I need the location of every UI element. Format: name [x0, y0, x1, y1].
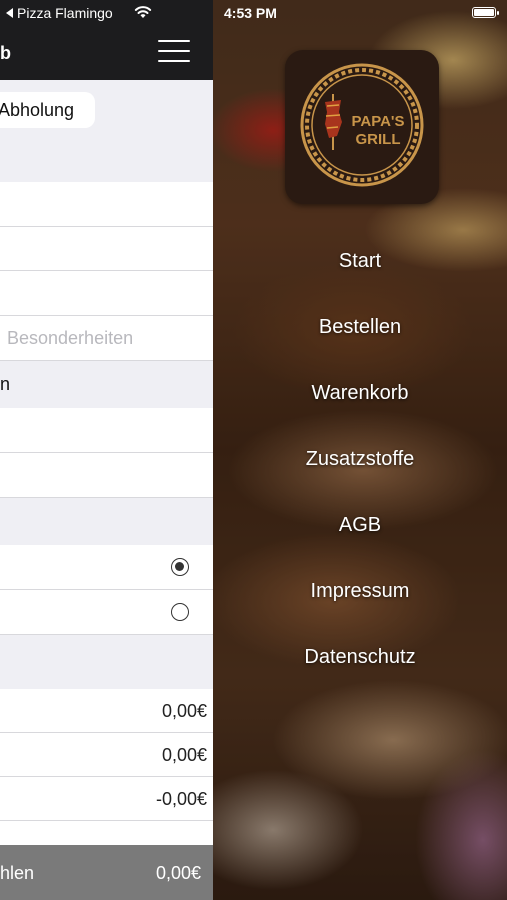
- pickup-mode-label: Abholung: [0, 100, 75, 120]
- back-app-name: Pizza Flamingo: [17, 5, 113, 21]
- notes-field[interactable]: Besonderheiten: [0, 316, 213, 361]
- address-field-3[interactable]: [0, 271, 213, 316]
- pickup-mode-button[interactable]: Abholung: [0, 92, 95, 128]
- time-field-2[interactable]: [0, 453, 213, 498]
- address-field-1[interactable]: [0, 182, 213, 227]
- price-row-subtotal: 0,00€: [0, 689, 213, 733]
- logo-text-line1: PAPA'S: [351, 113, 404, 130]
- status-time: 4:53 PM: [224, 5, 277, 21]
- checkout-label: hlen: [0, 863, 35, 883]
- price-value: 0,00€: [161, 745, 207, 765]
- price-value: -0,00€: [155, 789, 207, 809]
- price-row-delivery: 0,00€: [0, 733, 213, 777]
- radio-unselected-icon[interactable]: [171, 603, 189, 621]
- menu-item-agb[interactable]: AGB: [213, 514, 507, 537]
- price-row-partial: [0, 821, 213, 845]
- payment-option-1[interactable]: [0, 545, 213, 590]
- status-bar: Pizza Flamingo 4:53 PM: [0, 0, 507, 28]
- menu-item-start[interactable]: Start: [213, 250, 507, 273]
- wifi-icon: [134, 6, 152, 18]
- menu-item-zusatzstoffe[interactable]: Zusatzstoffe: [213, 448, 507, 471]
- back-arrow-icon: [6, 8, 13, 18]
- summary-section-header: [0, 635, 213, 689]
- back-to-app-link[interactable]: Pizza Flamingo: [6, 5, 113, 21]
- section-header: n: [0, 361, 213, 408]
- page-title: b: [0, 43, 11, 63]
- logo-text-line2: GRILL: [356, 131, 401, 148]
- hamburger-menu-icon[interactable]: [158, 40, 190, 64]
- menu-item-datenschutz[interactable]: Datenschutz: [213, 646, 507, 669]
- notes-placeholder: Besonderheiten: [7, 328, 134, 348]
- section-header-label: n: [0, 374, 11, 394]
- battery-icon: [472, 7, 499, 18]
- time-field-1[interactable]: [0, 408, 213, 453]
- radio-selected-icon[interactable]: [171, 558, 189, 576]
- menu-item-impressum[interactable]: Impressum: [213, 580, 507, 603]
- payment-option-2[interactable]: [0, 590, 213, 635]
- papas-grill-logo: PAPA'S GRILL: [285, 50, 439, 204]
- cart-panel: b Abholung Besonderheiten n 0,00€ 0,00€ …: [0, 0, 213, 900]
- menu-item-bestellen[interactable]: Bestellen: [213, 316, 507, 339]
- checkout-amount: 0,00€: [155, 863, 201, 883]
- price-row-discount: -0,00€: [0, 777, 213, 821]
- payment-section-header: [0, 498, 213, 545]
- price-value: 0,00€: [161, 701, 207, 721]
- checkout-button[interactable]: hlen 0,00€: [0, 845, 213, 900]
- menu-item-warenkorb[interactable]: Warenkorb: [213, 382, 507, 405]
- address-field-2[interactable]: [0, 227, 213, 271]
